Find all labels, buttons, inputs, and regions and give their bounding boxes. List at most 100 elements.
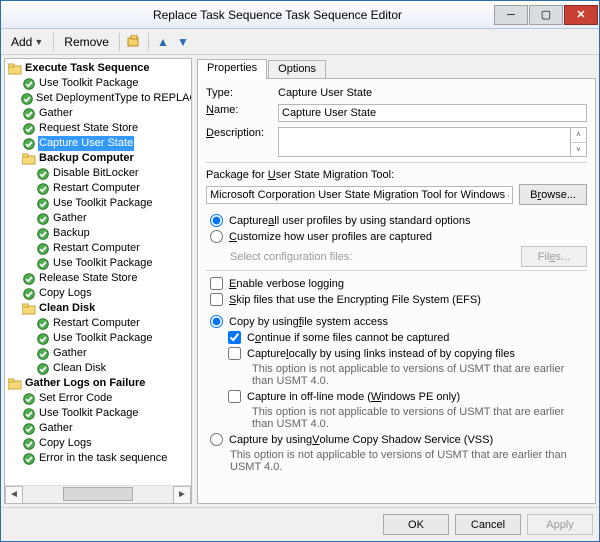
opt-customize[interactable]: Customize how user profiles are captured [210,230,587,243]
close-button[interactable]: ✕ [564,5,598,25]
move-up-icon[interactable]: ▲ [155,34,171,50]
tree-item[interactable]: Backup [7,226,191,241]
tree-item[interactable]: Use Toolkit Package [7,76,191,91]
minimize-button[interactable]: ─ [494,5,528,25]
dialog-footer: OK Cancel Apply [1,507,599,541]
tree-item[interactable]: Error in the task sequence [7,451,191,466]
tree-label: Use Toolkit Package [52,256,153,271]
folder-icon [21,152,36,165]
task-tree[interactable]: Execute Task SequenceUse Toolkit Package… [4,58,192,504]
tree-item[interactable]: Restart Computer [7,241,191,256]
chk-verbose[interactable]: Enable verbose logging [210,277,587,290]
tree-label: Restart Computer [52,181,141,196]
tree-label: Set Error Code [38,391,113,406]
add-menu[interactable]: Add▼ [5,33,49,51]
tree-group[interactable]: Clean Disk [7,301,191,316]
tree-item[interactable]: Gather [7,421,191,436]
tree-group[interactable]: Gather Logs on Failure [7,376,191,391]
folder-icon [7,377,22,390]
check-icon [35,332,50,345]
folder-icon [21,302,36,315]
tree-label: Gather [38,106,74,121]
mode-filesystem[interactable]: Copy by using file system access [210,315,587,328]
check-icon [35,167,50,180]
tree-item[interactable]: Copy Logs [7,286,191,301]
remove-button[interactable]: Remove [58,33,115,51]
description-input[interactable]: ˄˅ [278,127,587,157]
tree-item[interactable]: Capture User State [7,136,191,151]
tree-item[interactable]: Gather [7,106,191,121]
browse-button[interactable]: Browse... [519,184,587,205]
tree-item[interactable]: Release State Store [7,271,191,286]
cancel-button[interactable]: Cancel [455,514,521,535]
check-icon [21,107,36,120]
tab-properties[interactable]: Properties [197,59,267,79]
tree-label: Execute Task Sequence [24,61,151,76]
opt-standard[interactable]: Capture all user profiles by using stand… [210,214,587,227]
check-icon [35,347,50,360]
chk-local-links[interactable]: Capture locally by using links instead o… [228,347,587,360]
tree-label: Copy Logs [38,436,93,451]
new-group-icon[interactable] [126,34,142,50]
maximize-button[interactable]: ▢ [529,5,563,25]
mode-vss[interactable]: Capture by using Volume Copy Shadow Serv… [210,433,587,446]
tree-item[interactable]: Use Toolkit Package [7,196,191,211]
tree-item[interactable]: Use Toolkit Package [7,331,191,346]
tree-item[interactable]: Copy Logs [7,436,191,451]
tree-group[interactable]: Backup Computer [7,151,191,166]
tree-label: Use Toolkit Package [38,76,139,91]
tree-item[interactable]: Restart Computer [7,181,191,196]
window-title: Replace Task Sequence Task Sequence Edit… [61,8,494,22]
editor-window: Replace Task Sequence Task Sequence Edit… [0,0,600,542]
scroll-thumb[interactable] [63,487,133,501]
tree-label: Backup Computer [38,151,135,166]
check-icon [35,197,50,210]
tree-label: Clean Disk [52,361,107,376]
desc-up-icon[interactable]: ˄ [570,128,586,143]
package-input[interactable] [206,186,513,204]
note-links: This option is not applicable to version… [252,363,587,387]
tree-label: Use Toolkit Package [52,331,153,346]
type-value: Capture User State [278,87,372,99]
tree-item[interactable]: Set DeploymentType to REPLACE [7,91,191,106]
tree-item[interactable]: Disable BitLocker [7,166,191,181]
name-input[interactable] [278,104,587,122]
files-button: Files... [521,246,587,267]
titlebar[interactable]: Replace Task Sequence Task Sequence Edit… [1,1,599,29]
tree-label: Error in the task sequence [38,451,168,466]
chk-offline[interactable]: Capture in off-line mode (Windows PE onl… [228,390,587,403]
check-icon [21,287,36,300]
apply-button: Apply [527,514,593,535]
scroll-right-icon[interactable]: ► [173,486,191,504]
tree-item[interactable]: Set Error Code [7,391,191,406]
tree-item[interactable]: Gather [7,211,191,226]
select-files-label: Select configuration files: [230,251,352,263]
tree-group[interactable]: Execute Task Sequence [7,61,191,76]
chk-skip-efs[interactable]: Skip files that use the Encrypting File … [210,293,587,306]
description-label: Description: [206,127,278,139]
tree-label: Use Toolkit Package [38,406,139,421]
ok-button[interactable]: OK [383,514,449,535]
name-label: Name: [206,104,278,116]
folder-icon [7,62,22,75]
check-icon [35,242,50,255]
check-icon [21,437,36,450]
tree-item[interactable]: Request State Store [7,121,191,136]
tree-label: Set DeploymentType to REPLACE [35,91,191,106]
tree-item[interactable]: Gather [7,346,191,361]
tree-item[interactable]: Restart Computer [7,316,191,331]
tree-item[interactable]: Use Toolkit Package [7,256,191,271]
tree-label: Gather [52,346,88,361]
chk-continue[interactable]: Continue if some files cannot be capture… [228,331,587,344]
tree-label: Disable BitLocker [52,166,140,181]
scroll-left-icon[interactable]: ◄ [5,486,23,504]
tab-options[interactable]: Options [268,60,326,78]
check-icon [21,137,36,150]
move-down-icon[interactable]: ▼ [175,34,191,50]
toolbar: Add▼ Remove ▲ ▼ [1,29,599,55]
tree-item[interactable]: Clean Disk [7,361,191,376]
tree-item[interactable]: Use Toolkit Package [7,406,191,421]
check-icon [21,392,36,405]
desc-down-icon[interactable]: ˅ [570,143,586,157]
tree-hscrollbar[interactable]: ◄ ► [5,485,191,503]
